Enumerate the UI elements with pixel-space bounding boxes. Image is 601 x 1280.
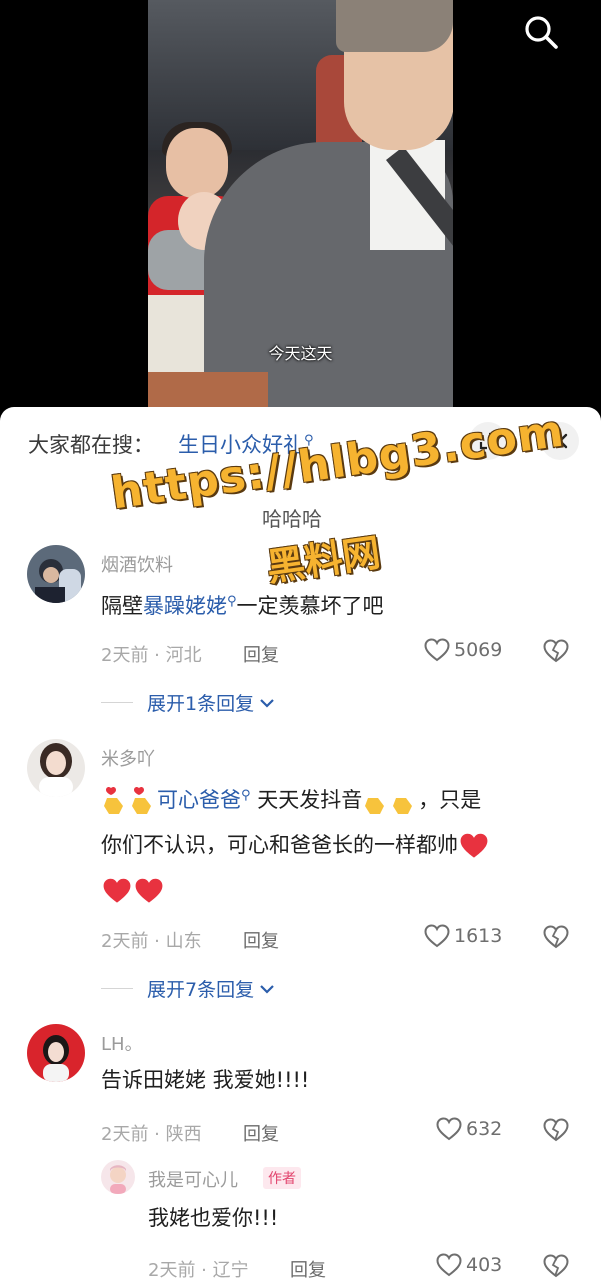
sheet-header: 大家都在搜： 生日小众好礼⚲ (0, 407, 601, 481)
avatar[interactable] (27, 1024, 85, 1082)
partial-comment: 哈哈哈 (262, 507, 322, 531)
finger-heart-emoji-icon (393, 798, 413, 814)
mention-link[interactable]: 暴躁姥姥⚲ (143, 594, 237, 618)
reply-button[interactable]: 回复 (290, 1256, 326, 1280)
divider-line (101, 988, 133, 989)
expand-replies-button[interactable]: 展开7条回复 (101, 975, 276, 1002)
like-count: 632 (466, 1118, 503, 1140)
dislike-button[interactable] (543, 639, 569, 667)
finger-heart-emoji-icon (104, 786, 123, 814)
close-icon (552, 433, 568, 449)
finger-heart-emoji-icon (132, 786, 151, 814)
chevron-down-icon (260, 698, 274, 708)
reply-username[interactable]: 我是可心儿 (148, 1166, 238, 1192)
dislike-button[interactable] (543, 925, 569, 953)
avatar[interactable] (101, 1160, 135, 1194)
avatar[interactable] (27, 545, 85, 603)
reply-button[interactable]: 回复 (243, 927, 279, 953)
comment-username[interactable]: 烟酒饮料 (101, 551, 173, 577)
comment-text: 可心爸爸⚲ 天天发抖音 ，只是 你们不认识，可心和爸爸长的一样都帅 (101, 773, 571, 913)
expand-button[interactable] (469, 422, 507, 460)
red-heart-emoji-icon (135, 878, 163, 903)
search-mini-icon: ⚲ (304, 433, 314, 448)
chevron-down-icon (260, 984, 274, 994)
author-badge: 作者 (263, 1167, 301, 1189)
comment-time-location: 2天前 · 陕西 (101, 1124, 202, 1145)
dislike-button[interactable] (543, 1118, 569, 1146)
video-frame[interactable]: 今天这天 (148, 0, 453, 420)
dislike-button[interactable] (543, 1254, 569, 1280)
expand-icon (479, 432, 497, 450)
broken-heart-icon (543, 1118, 569, 1142)
red-heart-emoji-icon (460, 833, 488, 858)
like-button[interactable]: 403 (436, 1253, 502, 1277)
broken-heart-icon (543, 1254, 569, 1278)
video-subtitle: 今天这天 (268, 344, 333, 363)
heart-icon (436, 1117, 462, 1141)
broken-heart-icon (543, 639, 569, 663)
search-mini-icon: ⚲ (227, 594, 237, 609)
like-count: 1613 (454, 925, 503, 947)
expand-replies-button[interactable]: 展开1条回复 (101, 689, 276, 716)
expand-replies-label: 展开7条回复 (147, 979, 255, 1001)
comment-sheet: 大家都在搜： 生日小众好礼⚲ 哈哈哈 https://hlbg3.com 黑料网 (0, 407, 601, 1280)
comment-time-location: 2天前 · 河北 (101, 645, 202, 666)
reply-text: 我姥也爱你!!! (148, 1206, 279, 1230)
woman-face (166, 128, 228, 198)
like-count: 5069 (454, 639, 503, 661)
like-button[interactable]: 1613 (424, 924, 502, 948)
divider-line (101, 702, 133, 703)
search-suggestion-label: 大家都在搜： (28, 433, 154, 457)
heart-icon (424, 924, 450, 948)
comment-text: 告诉田姥姥 我爱她!!!! (101, 1068, 310, 1092)
finger-heart-emoji-icon (365, 798, 385, 814)
comment-time-location: 2天前 · 山东 (101, 931, 202, 952)
heart-icon (424, 638, 450, 662)
expand-replies-label: 展开1条回复 (147, 693, 255, 715)
avatar[interactable] (27, 739, 85, 797)
red-heart-emoji-icon (103, 878, 131, 903)
search-icon[interactable] (521, 12, 561, 52)
video-player[interactable]: 今天这天 (0, 0, 601, 420)
search-suggestion-link[interactable]: 生日小众好礼⚲ (178, 429, 314, 459)
man-cap (336, 0, 453, 52)
mention-link[interactable]: 可心爸爸⚲ (157, 788, 251, 812)
close-button[interactable] (541, 422, 579, 460)
heart-icon (436, 1253, 462, 1277)
comment-username[interactable]: LH。 (101, 1030, 143, 1056)
comment-text: 隔壁暴躁姥姥⚲一定羡慕坏了吧 (101, 594, 384, 618)
like-count: 403 (466, 1254, 503, 1276)
reply-time-location: 2天前 · 辽宁 (148, 1260, 249, 1280)
comment-username[interactable]: 米多吖 (101, 745, 155, 771)
reply-button[interactable]: 回复 (243, 641, 279, 667)
like-button[interactable]: 632 (436, 1117, 502, 1141)
search-mini-icon: ⚲ (241, 788, 251, 803)
reply-button[interactable]: 回复 (243, 1120, 279, 1146)
like-button[interactable]: 5069 (424, 638, 502, 662)
broken-heart-icon (543, 925, 569, 949)
